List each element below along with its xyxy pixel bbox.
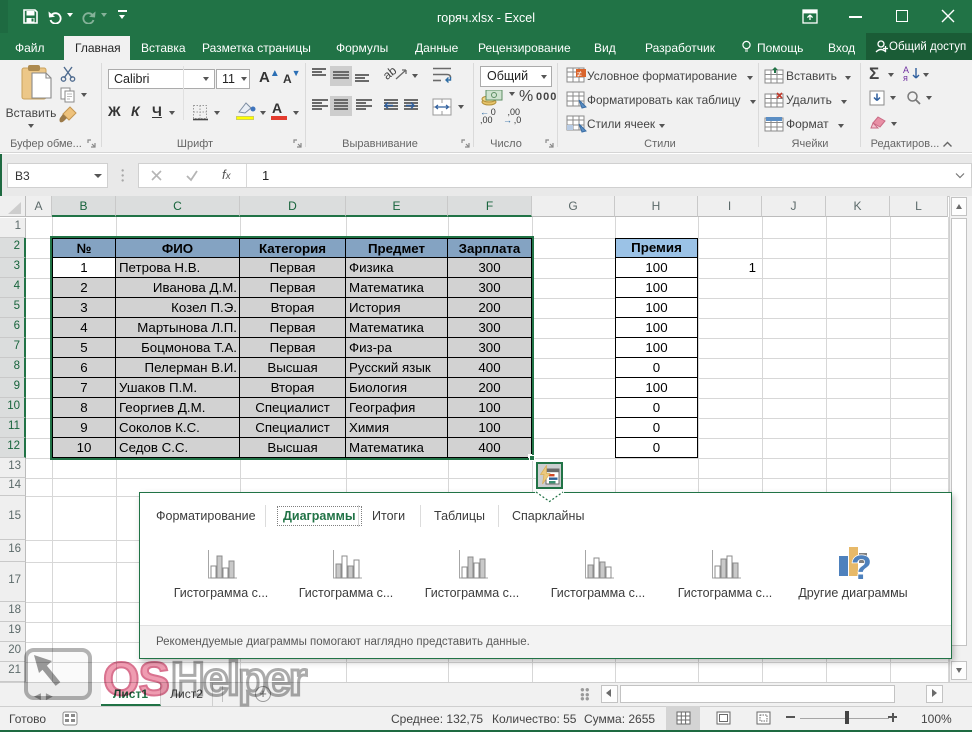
svg-text:?: ?	[851, 549, 870, 582]
svg-text:≠: ≠	[577, 69, 582, 79]
